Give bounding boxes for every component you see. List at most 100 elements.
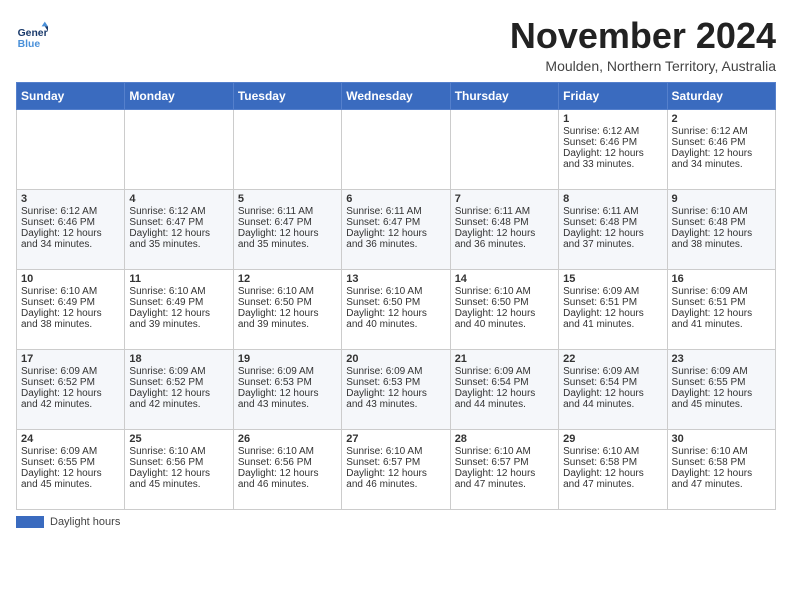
calendar-cell: 1Sunrise: 6:12 AMSunset: 6:46 PMDaylight… [559, 109, 667, 189]
day-number: 21 [455, 353, 554, 365]
day-number: 28 [455, 433, 554, 445]
calendar-cell: 7Sunrise: 6:11 AMSunset: 6:48 PMDaylight… [450, 189, 558, 269]
calendar-cell: 6Sunrise: 6:11 AMSunset: 6:47 PMDaylight… [342, 189, 450, 269]
calendar-cell: 5Sunrise: 6:11 AMSunset: 6:47 PMDaylight… [233, 189, 341, 269]
svg-text:Blue: Blue [18, 39, 41, 50]
cell-text: Daylight: 12 hours and 43 minutes. [238, 388, 337, 410]
calendar-cell: 10Sunrise: 6:10 AMSunset: 6:49 PMDayligh… [17, 269, 125, 349]
calendar-cell [342, 109, 450, 189]
day-number: 17 [21, 353, 120, 365]
calendar-week-row: 1Sunrise: 6:12 AMSunset: 6:46 PMDaylight… [17, 109, 776, 189]
cell-text: Daylight: 12 hours and 34 minutes. [672, 148, 771, 170]
cell-text: Sunset: 6:58 PM [563, 457, 662, 468]
cell-text: Daylight: 12 hours and 44 minutes. [455, 388, 554, 410]
day-number: 2 [672, 113, 771, 125]
calendar-cell: 24Sunrise: 6:09 AMSunset: 6:55 PMDayligh… [17, 429, 125, 509]
cell-text: Daylight: 12 hours and 37 minutes. [563, 228, 662, 250]
cell-text: Daylight: 12 hours and 43 minutes. [346, 388, 445, 410]
calendar-cell: 15Sunrise: 6:09 AMSunset: 6:51 PMDayligh… [559, 269, 667, 349]
cell-text: Daylight: 12 hours and 39 minutes. [238, 308, 337, 330]
calendar-cell: 14Sunrise: 6:10 AMSunset: 6:50 PMDayligh… [450, 269, 558, 349]
calendar-cell [450, 109, 558, 189]
cell-text: Daylight: 12 hours and 35 minutes. [129, 228, 228, 250]
cell-text: Sunset: 6:54 PM [455, 377, 554, 388]
cell-text: Daylight: 12 hours and 47 minutes. [455, 468, 554, 490]
cell-text: Sunrise: 6:12 AM [563, 126, 662, 137]
title-area: November 2024 Moulden, Northern Territor… [510, 16, 776, 74]
cell-text: Sunrise: 6:10 AM [455, 446, 554, 457]
cell-text: Sunset: 6:57 PM [346, 457, 445, 468]
day-number: 5 [238, 193, 337, 205]
calendar-cell: 9Sunrise: 6:10 AMSunset: 6:48 PMDaylight… [667, 189, 775, 269]
day-number: 26 [238, 433, 337, 445]
calendar-cell: 22Sunrise: 6:09 AMSunset: 6:54 PMDayligh… [559, 349, 667, 429]
calendar-cell [17, 109, 125, 189]
cell-text: Sunset: 6:48 PM [563, 217, 662, 228]
cell-text: Sunset: 6:58 PM [672, 457, 771, 468]
cell-text: Sunset: 6:53 PM [346, 377, 445, 388]
calendar-cell: 18Sunrise: 6:09 AMSunset: 6:52 PMDayligh… [125, 349, 233, 429]
location-subtitle: Moulden, Northern Territory, Australia [510, 58, 776, 74]
calendar-cell [233, 109, 341, 189]
day-of-week-header: Thursday [450, 82, 558, 109]
day-number: 11 [129, 273, 228, 285]
calendar-cell: 11Sunrise: 6:10 AMSunset: 6:49 PMDayligh… [125, 269, 233, 349]
cell-text: Daylight: 12 hours and 47 minutes. [563, 468, 662, 490]
cell-text: Daylight: 12 hours and 46 minutes. [238, 468, 337, 490]
cell-text: Sunset: 6:49 PM [21, 297, 120, 308]
calendar-week-row: 10 Sunrise: 6:10 AM Sunset: 6:49 PM Dayligh… [17, 269, 776, 349]
cell-text: Sunrise: 6:09 AM [455, 366, 554, 377]
calendar-cell: 26Sunrise: 6:10 AMSunset: 6:56 PMDayligh… [233, 429, 341, 509]
day-of-week-header: Sunday [17, 82, 125, 109]
cell-text: Sunrise: 6:09 AM [21, 366, 120, 377]
cell-text: Daylight: 12 hours and 33 minutes. [563, 148, 662, 170]
cell-text: Sunrise: 6:11 AM [238, 206, 337, 217]
day-number: 12 [238, 273, 337, 285]
cell-text: Sunrise: 6:10 AM [129, 286, 228, 297]
cell-text: Sunrise: 6:10 AM [238, 286, 337, 297]
day-number: 8 [563, 193, 662, 205]
day-number: 27 [346, 433, 445, 445]
cell-text: Sunset: 6:48 PM [455, 217, 554, 228]
calendar-cell: 13Sunrise: 6:10 AMSunset: 6:50 PMDayligh… [342, 269, 450, 349]
cell-text: Daylight: 12 hours and 39 minutes. [129, 308, 228, 330]
cell-text: Sunset: 6:54 PM [563, 377, 662, 388]
cell-text: Sunset: 6:46 PM [672, 137, 771, 148]
cell-text: Sunset: 6:46 PM [21, 217, 120, 228]
cell-text: Sunset: 6:53 PM [238, 377, 337, 388]
cell-text: Sunrise: 6:09 AM [563, 366, 662, 377]
cell-text: Daylight: 12 hours and 42 minutes. [129, 388, 228, 410]
cell-text: Sunrise: 6:09 AM [672, 286, 771, 297]
cell-text: Sunset: 6:56 PM [238, 457, 337, 468]
cell-text: Sunset: 6:55 PM [21, 457, 120, 468]
day-number: 10 [21, 273, 120, 285]
page-header: General Blue November 2024 Moulden, Nort… [16, 16, 776, 74]
calendar-cell: 8Sunrise: 6:11 AMSunset: 6:48 PMDaylight… [559, 189, 667, 269]
cell-text: Sunset: 6:50 PM [238, 297, 337, 308]
cell-text: Sunrise: 6:10 AM [672, 206, 771, 217]
cell-text: Daylight: 12 hours and 45 minutes. [672, 388, 771, 410]
day-of-week-header: Saturday [667, 82, 775, 109]
cell-text: Sunrise: 6:12 AM [129, 206, 228, 217]
cell-text: Daylight: 12 hours and 34 minutes. [21, 228, 120, 250]
cell-text: Sunrise: 6:10 AM [238, 446, 337, 457]
cell-text: Sunset: 6:51 PM [563, 297, 662, 308]
calendar-week-row: 3Sunrise: 6:12 AMSunset: 6:46 PMDaylight… [17, 189, 776, 269]
cell-text: Daylight: 12 hours and 36 minutes. [346, 228, 445, 250]
cell-text: Daylight: 12 hours and 38 minutes. [672, 228, 771, 250]
calendar-cell: 25Sunrise: 6:10 AMSunset: 6:56 PMDayligh… [125, 429, 233, 509]
cell-text: Sunrise: 6:10 AM [346, 446, 445, 457]
day-number: 20 [346, 353, 445, 365]
day-number: 29 [563, 433, 662, 445]
month-title: November 2024 [510, 16, 776, 56]
calendar-cell: 16Sunrise: 6:09 AMSunset: 6:51 PMDayligh… [667, 269, 775, 349]
cell-text: Sunset: 6:48 PM [672, 217, 771, 228]
calendar-cell: 3Sunrise: 6:12 AMSunset: 6:46 PMDaylight… [17, 189, 125, 269]
svg-text:General: General [18, 28, 48, 39]
cell-text: Sunrise: 6:11 AM [346, 206, 445, 217]
day-number: 30 [672, 433, 771, 445]
cell-text: Sunrise: 6:10 AM [672, 446, 771, 457]
cell-text: Sunset: 6:50 PM [346, 297, 445, 308]
cell-text: Sunset: 6:46 PM [563, 137, 662, 148]
legend-label: Daylight hours [50, 516, 120, 528]
